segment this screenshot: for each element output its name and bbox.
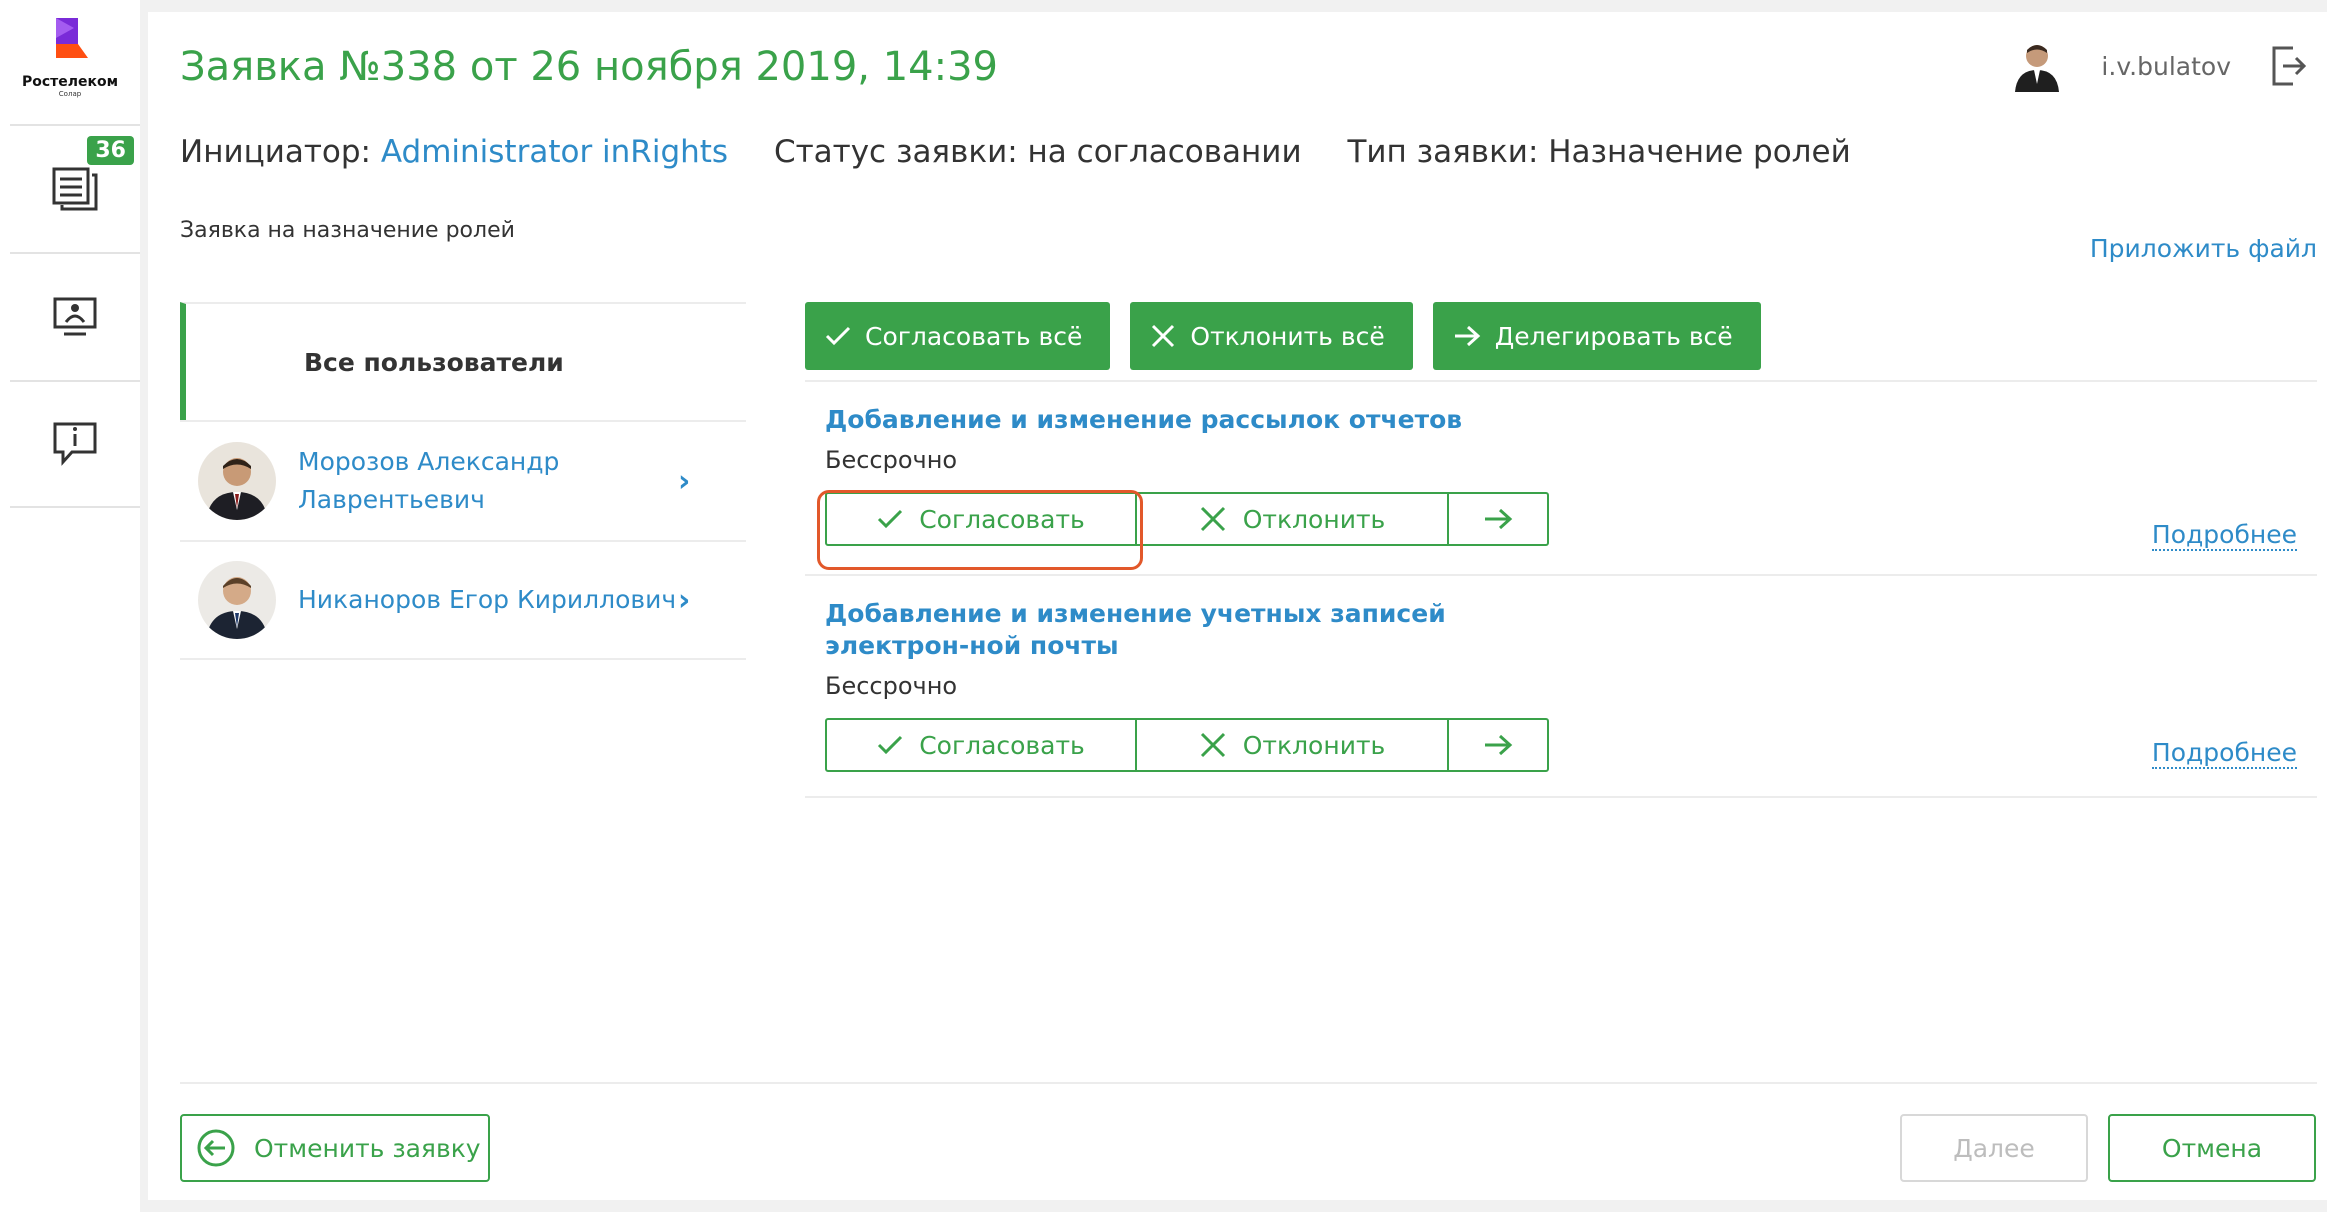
user-name: Морозов Александр Лаврентьевич [298, 447, 560, 514]
next-button[interactable]: Далее [1900, 1114, 2088, 1182]
notifications-badge: 36 [87, 136, 134, 165]
role-card: Добавление и изменение учетных записей э… [805, 576, 2317, 798]
request-description: Заявка на назначение ролей [180, 218, 515, 243]
type-value: Назначение ролей [1548, 134, 1851, 170]
nav-feedback[interactable] [10, 380, 140, 508]
username: i.v.bulatov [2101, 51, 2231, 81]
brand-subname: Солар [58, 90, 82, 98]
attach-file-link[interactable]: Приложить файл [2090, 234, 2317, 263]
role-title[interactable]: Добавление и изменение рассылок отчетов [825, 404, 1545, 436]
delegate-button[interactable] [1449, 494, 1547, 544]
close-icon [1200, 506, 1225, 532]
all-users-tab[interactable]: Все пользователи [180, 302, 746, 420]
approve-button[interactable]: Согласовать [827, 720, 1137, 770]
user-item-morozov[interactable]: Морозов Александр Лаврентьевич › [180, 420, 746, 540]
arrow-right-icon [1485, 734, 1513, 756]
reject-label: Отклонить [1242, 504, 1386, 534]
initiator-link[interactable]: Administrator inRights [381, 134, 728, 170]
feedback-icon [53, 422, 97, 466]
user-profile[interactable]: i.v.bulatov [2013, 40, 2231, 92]
requests-list-icon [52, 167, 98, 211]
user-avatar-icon [2015, 45, 2060, 92]
user-area: i.v.bulatov [2013, 40, 2307, 92]
delegate-all-label: Делегировать всё [1494, 321, 1733, 351]
left-rail: Ростелеком Солар 36 [0, 0, 140, 1212]
reject-label: Отклонить [1242, 730, 1386, 760]
logout-icon[interactable] [2271, 45, 2307, 87]
reject-all-label: Отклонить всё [1190, 321, 1385, 351]
check-icon [878, 735, 903, 755]
check-icon [825, 326, 851, 346]
rail-divider [140, 0, 148, 1212]
type-label: Тип заявки: [1347, 134, 1539, 170]
role-term: Бессрочно [825, 672, 958, 700]
arrow-right-icon [1485, 508, 1513, 530]
approve-all-label: Согласовать всё [865, 321, 1083, 351]
approve-all-button[interactable]: Согласовать всё [805, 302, 1111, 370]
approve-label: Согласовать [919, 730, 1085, 760]
close-icon [1152, 324, 1175, 348]
role-title[interactable]: Добавление и изменение учетных записей э… [825, 598, 1545, 662]
request-meta: Инициатор: Administrator inRights Статус… [180, 134, 1851, 170]
chevron-right-icon: › [678, 582, 691, 618]
nav-requests[interactable]: 36 [10, 124, 140, 252]
close-icon [1200, 732, 1225, 758]
roles-list: Добавление и изменение рассылок отчетов … [805, 380, 2317, 798]
cancel-request-button[interactable]: Отменить заявку [180, 1114, 490, 1182]
users-list: Все пользователи Морозов Александр Лавре… [180, 302, 746, 660]
user-item-nikanorov[interactable]: Никаноров Егор Кириллович › [180, 540, 746, 660]
cancel-button[interactable]: Отмена [2108, 1114, 2316, 1182]
delegate-all-button[interactable]: Делегировать всё [1432, 302, 1761, 370]
chevron-right-icon: › [678, 463, 691, 499]
delegate-button[interactable] [1449, 720, 1547, 770]
footer-divider [180, 1082, 2317, 1084]
arrow-right-icon [1454, 325, 1480, 347]
user-avatar [198, 561, 276, 639]
user-avatar [198, 442, 276, 520]
reject-button[interactable]: Отклонить [1137, 720, 1449, 770]
user-name: Никаноров Егор Кириллович [298, 585, 677, 614]
back-arrow-circle-icon [197, 1129, 235, 1167]
status-value: на согласовании [1027, 134, 1302, 170]
page-title: Заявка №338 от 26 ноября 2019, 14:39 [180, 44, 998, 90]
reject-button[interactable]: Отклонить [1137, 494, 1449, 544]
brand-logo[interactable]: Ростелеком Солар [0, 18, 140, 118]
initiator-label: Инициатор: [180, 134, 371, 170]
role-term: Бессрочно [825, 446, 958, 474]
top-strip [148, 0, 2327, 12]
bottom-strip [148, 1200, 2327, 1212]
reject-all-button[interactable]: Отклонить всё [1130, 302, 1413, 370]
rostelecom-logo-icon [56, 18, 88, 58]
highlight-box [817, 490, 1143, 570]
status-label: Статус заявки: [773, 134, 1018, 170]
monitor-icon [53, 297, 97, 336]
bulk-actions: Согласовать всё Отклонить всё Делегирова… [805, 302, 1761, 370]
details-link[interactable]: Подробнее [2151, 738, 2297, 769]
role-actions: Согласовать Отклонить [825, 718, 1549, 772]
cancel-request-label: Отменить заявку [254, 1133, 481, 1163]
brand-name: Ростелеком [21, 74, 119, 90]
details-link[interactable]: Подробнее [2151, 520, 2297, 551]
nav-monitor[interactable] [10, 252, 140, 380]
